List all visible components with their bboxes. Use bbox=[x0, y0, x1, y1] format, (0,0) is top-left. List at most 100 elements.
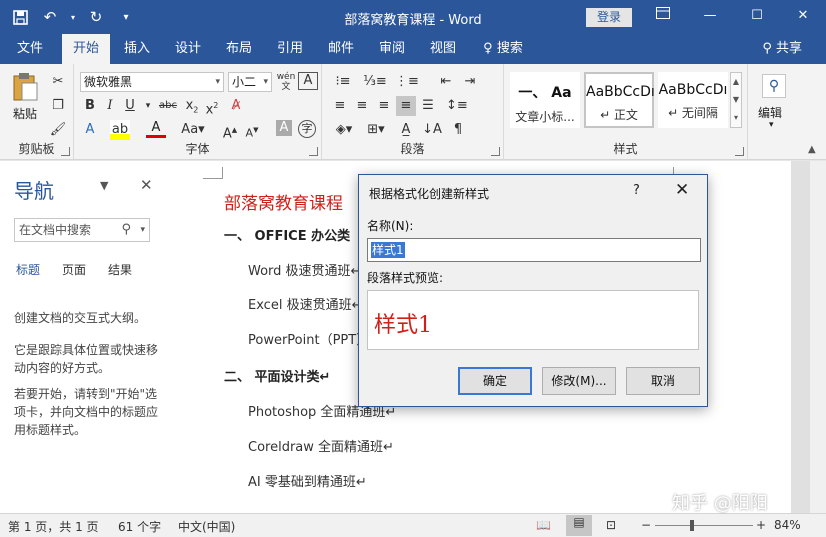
vertical-scrollbar[interactable] bbox=[810, 161, 826, 513]
tell-me-search[interactable]: ♀ 搜索 bbox=[478, 34, 528, 64]
tab-references[interactable]: 引用 bbox=[268, 34, 312, 64]
style-name: ↵ 正文 bbox=[600, 108, 638, 122]
nav-options-icon[interactable]: ▼ bbox=[100, 179, 108, 192]
distributed-icon[interactable]: ☰ bbox=[418, 96, 438, 116]
print-layout-icon[interactable]: ▤ bbox=[566, 515, 592, 536]
multilevel-list-icon[interactable]: ⋮≡ bbox=[394, 72, 420, 92]
character-shading-icon[interactable]: A bbox=[276, 120, 292, 136]
nav-tab-headings[interactable]: 标题 bbox=[16, 263, 40, 277]
nav-tab-pages[interactable]: 页面 bbox=[62, 263, 86, 277]
styles-launcher-icon[interactable] bbox=[735, 147, 744, 156]
underline-icon[interactable]: U bbox=[120, 96, 140, 116]
zoom-out-icon[interactable]: − bbox=[641, 518, 651, 532]
document-line: Word 极速贯通班↵ bbox=[248, 264, 362, 279]
nav-close-icon[interactable]: ✕ bbox=[140, 176, 153, 194]
tab-view[interactable]: 视图 bbox=[421, 34, 465, 64]
style-name-input[interactable]: 样式1 bbox=[367, 238, 701, 262]
word-count[interactable]: 61 个字 bbox=[118, 518, 161, 535]
tab-home[interactable]: 开始 bbox=[62, 34, 110, 64]
cut-icon[interactable]: ✂ bbox=[48, 72, 68, 92]
nav-tab-results[interactable]: 结果 bbox=[108, 263, 132, 277]
read-mode-icon[interactable]: 📖 bbox=[536, 518, 551, 532]
clear-formatting-icon[interactable]: A̷ bbox=[226, 96, 246, 116]
strikethrough-icon[interactable]: abc bbox=[156, 96, 180, 116]
zoom-slider-thumb[interactable] bbox=[690, 520, 694, 531]
tab-insert[interactable]: 插入 bbox=[115, 34, 159, 64]
maximize-icon[interactable]: ☐ bbox=[742, 5, 772, 27]
font-launcher-icon[interactable] bbox=[309, 147, 318, 156]
editing-group[interactable]: ⚲ 编辑 ▾ bbox=[748, 64, 798, 160]
decrease-indent-icon[interactable]: ⇤ bbox=[436, 72, 456, 92]
style-name: ↵ 无间隔 bbox=[668, 106, 718, 120]
share-button[interactable]: ⚲ 共享 bbox=[762, 34, 802, 64]
style-item[interactable]: 一、 Aa 文章小标... bbox=[510, 72, 580, 128]
page-count[interactable]: 第 1 页，共 1 页 bbox=[8, 518, 99, 535]
shading-icon[interactable]: ◈▾ bbox=[330, 120, 358, 140]
cancel-button[interactable]: 取消 bbox=[626, 367, 700, 395]
numbering-icon[interactable]: ⅓≡ bbox=[362, 72, 388, 92]
collapse-ribbon-icon[interactable]: ▲ bbox=[808, 144, 816, 155]
phonetic-guide-icon[interactable]: wén 文 bbox=[276, 72, 296, 92]
sort-icon[interactable]: ↓A bbox=[422, 120, 442, 140]
tab-file[interactable]: 文件 bbox=[8, 34, 52, 64]
style-item[interactable]: AaBbCcDı ↵ 正文 bbox=[584, 72, 655, 128]
help-button[interactable]: ? bbox=[633, 183, 640, 198]
underline-dropdown-icon[interactable]: ▾ bbox=[138, 96, 158, 116]
text-effects-icon[interactable]: A bbox=[80, 120, 100, 140]
tab-design[interactable]: 设计 bbox=[166, 34, 210, 64]
zoom-slider[interactable] bbox=[655, 525, 753, 526]
enclose-characters-icon[interactable]: 字 bbox=[298, 120, 316, 138]
paste-button[interactable]: 粘贴 bbox=[8, 72, 42, 128]
nav-search-input[interactable]: 在文档中搜索 ⚲ ▾ bbox=[14, 218, 150, 242]
modify-button[interactable]: 修改(M)... bbox=[542, 367, 616, 395]
superscript-icon[interactable]: x2 bbox=[202, 96, 222, 117]
chinese-layout-icon[interactable]: A̲ bbox=[396, 120, 416, 140]
character-border-icon[interactable]: A bbox=[298, 72, 318, 90]
ok-button[interactable]: 确定 bbox=[458, 367, 532, 395]
line-spacing-icon[interactable]: ↕≡ bbox=[446, 96, 468, 116]
close-icon[interactable]: ✕ bbox=[675, 180, 689, 200]
close-window-icon[interactable]: ✕ bbox=[788, 5, 818, 27]
copy-icon[interactable]: ❐ bbox=[48, 96, 68, 116]
dialog-title: 根据格式化创建新样式 bbox=[369, 187, 490, 201]
highlight-color-icon[interactable]: ab bbox=[110, 120, 130, 140]
web-layout-icon[interactable]: ⊡ bbox=[606, 518, 616, 532]
clipboard-launcher-icon[interactable] bbox=[61, 147, 70, 156]
grow-font-icon[interactable]: A▲ bbox=[220, 120, 240, 141]
increase-indent-icon[interactable]: ⇥ bbox=[460, 72, 480, 92]
borders-icon[interactable]: ⊞▾ bbox=[362, 120, 390, 140]
font-color-icon[interactable]: A bbox=[146, 120, 166, 138]
preview-label: 段落样式预览: bbox=[367, 271, 444, 285]
bullets-icon[interactable]: ⁝≡ bbox=[330, 72, 356, 92]
change-case-icon[interactable]: Aa▾ bbox=[178, 120, 208, 140]
bold-icon[interactable]: B bbox=[80, 96, 100, 116]
nav-help-text: 创建文档的交互式大纲。 bbox=[14, 311, 147, 325]
tab-layout[interactable]: 布局 bbox=[217, 34, 261, 64]
chevron-down-icon: ▾ bbox=[263, 77, 268, 87]
align-center-icon[interactable]: ≡ bbox=[352, 96, 372, 116]
italic-icon[interactable]: I bbox=[100, 96, 120, 116]
tab-mailings[interactable]: 邮件 bbox=[319, 34, 363, 64]
tab-review[interactable]: 审阅 bbox=[370, 34, 414, 64]
format-painter-icon[interactable]: 🖌 bbox=[48, 120, 68, 140]
align-left-icon[interactable]: ≡ bbox=[330, 96, 350, 116]
font-name-value: 微软雅黑 bbox=[84, 75, 133, 89]
styles-scroll[interactable]: ▲ ▼ ▾ bbox=[730, 72, 742, 128]
subscript-icon[interactable]: x2 bbox=[182, 96, 202, 116]
font-name-box[interactable]: 微软雅黑 ▾ bbox=[80, 72, 224, 92]
person-icon: ⚲ bbox=[762, 41, 772, 56]
language[interactable]: 中文(中国) bbox=[178, 518, 235, 535]
justify-icon[interactable]: ≡ bbox=[396, 96, 416, 116]
zoom-in-icon[interactable]: + bbox=[756, 518, 766, 532]
paragraph-launcher-icon[interactable] bbox=[491, 147, 500, 156]
zoom-level[interactable]: 84% bbox=[774, 518, 801, 532]
ribbon-display-options-icon[interactable] bbox=[648, 5, 678, 27]
title-bar: ↶ ▾ ↻ ▾ 部落窝教育课程 - Word 登录 — ☐ ✕ bbox=[0, 0, 826, 34]
minimize-icon[interactable]: — bbox=[695, 5, 725, 27]
style-item[interactable]: AaBbCcDı ↵ 无间隔 bbox=[658, 72, 728, 128]
login-button[interactable]: 登录 bbox=[586, 8, 632, 27]
font-size-box[interactable]: 小二 ▾ bbox=[228, 72, 272, 92]
show-hide-marks-icon[interactable]: ¶ bbox=[448, 120, 468, 140]
align-right-icon[interactable]: ≡ bbox=[374, 96, 394, 116]
shrink-font-icon[interactable]: A▼ bbox=[242, 120, 262, 140]
